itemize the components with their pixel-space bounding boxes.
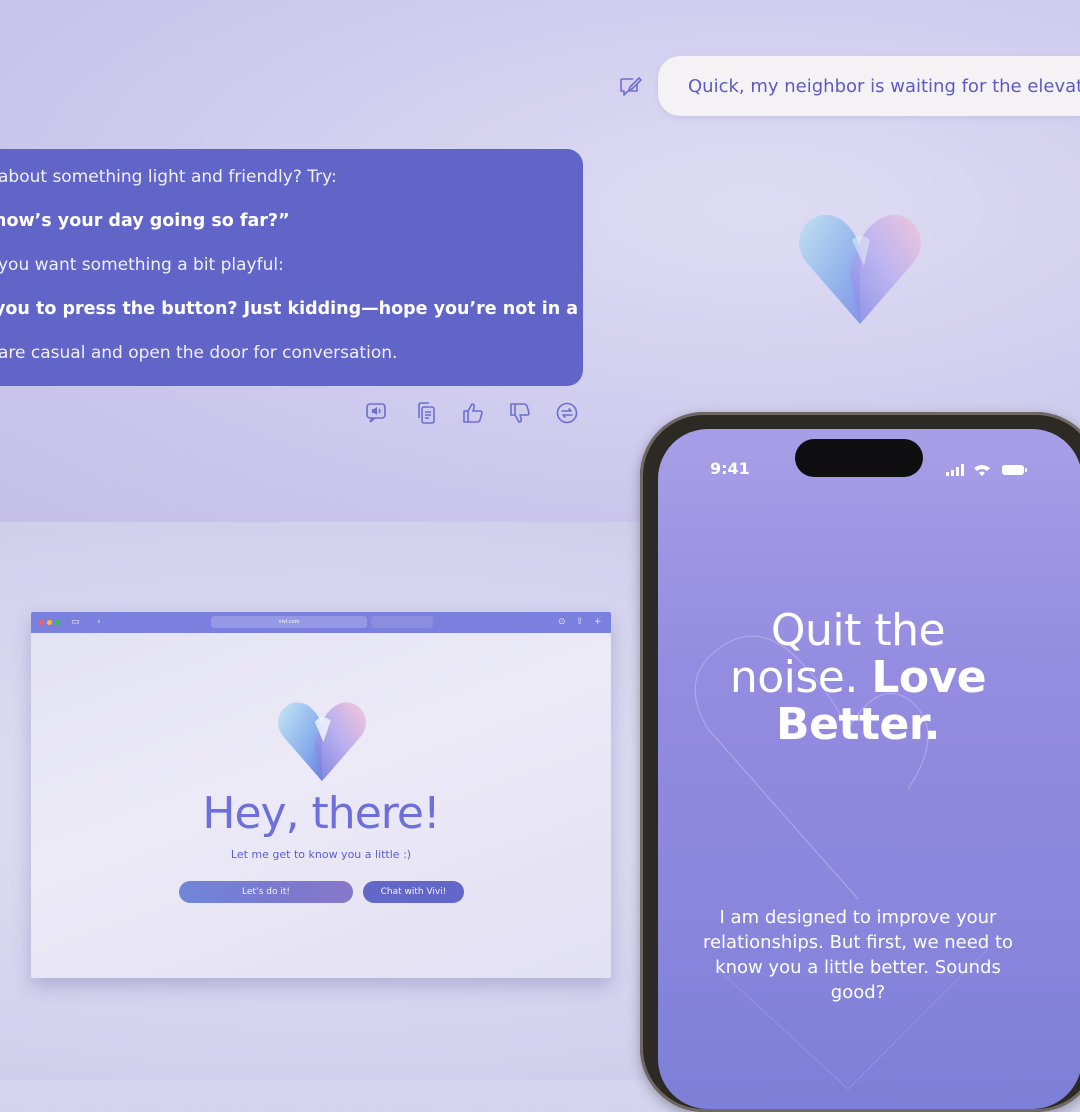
share-icon[interactable]: ⇪ (576, 615, 584, 629)
brand-heart-logo (799, 214, 921, 324)
signal-icon (946, 472, 949, 476)
browser-tab[interactable] (371, 616, 433, 628)
thumbs-up-icon[interactable] (459, 399, 487, 427)
browser-window: ▭ ‹ vivi.com ⊙ ⇪ + Hey, there! Let me ge… (31, 612, 611, 978)
regenerate-icon[interactable] (553, 399, 581, 427)
headline-light-2: noise. (729, 652, 859, 703)
downloads-icon[interactable]: ⊙ (558, 615, 566, 629)
battery-icon (1002, 465, 1024, 475)
sidebar-icon[interactable]: ▭ (71, 615, 80, 629)
assistant-line: you to press the button? Just kidding—ho… (0, 299, 583, 319)
status-time: 9:41 (710, 459, 750, 478)
headline-light-1: Quit the (770, 605, 946, 656)
user-message-bubble: Quick, my neighbor is waiting for the el… (658, 56, 1080, 116)
headline-bold-1: Love (871, 652, 987, 703)
close-window-button[interactable] (39, 620, 44, 625)
edit-icon[interactable] (617, 73, 643, 99)
welcome-title: Hey, there! (202, 788, 440, 839)
minimize-window-button[interactable] (47, 620, 52, 625)
welcome-subtitle: Let me get to know you a little :) (230, 848, 412, 861)
wifi-icon (974, 465, 990, 476)
address-bar[interactable]: vivi.com (211, 616, 367, 628)
phone-screen: 9:41 Quit the noise. Love Better. I am d… (658, 429, 1080, 1109)
assistant-line: are casual and open the door for convers… (0, 343, 398, 363)
status-icons (946, 464, 1027, 476)
chat-with-vivi-button[interactable]: Chat with Vivi! (363, 881, 464, 903)
copy-icon[interactable] (412, 399, 440, 427)
headline-bold-2: Better. (776, 699, 940, 750)
user-message-text: Quick, my neighbor is waiting for the el… (688, 75, 1080, 97)
dynamic-island (795, 439, 923, 477)
assistant-message-bubble: about something light and friendly? Try:… (0, 149, 583, 386)
assistant-line: about something light and friendly? Try: (0, 167, 337, 187)
phone-body-text: I am designed to improve your relationsh… (702, 907, 1014, 1003)
assistant-line: you want something a bit playful: (0, 255, 284, 275)
back-icon[interactable]: ‹ (97, 615, 101, 629)
heart-outline-decoration (694, 635, 989, 1090)
thumbs-down-icon[interactable] (506, 399, 534, 427)
lets-do-it-button[interactable]: Let’s do it! (179, 881, 353, 903)
phone-headline: Quit the noise. Love Better. (688, 607, 1028, 748)
phone-mockup: 9:41 Quit the noise. Love Better. I am d… (640, 412, 1080, 1112)
speaker-icon[interactable] (362, 399, 390, 427)
maximize-window-button[interactable] (55, 620, 60, 625)
address-url: vivi.com (278, 619, 300, 625)
new-tab-icon[interactable]: + (594, 615, 602, 629)
assistant-line: how’s your day going so far?” (0, 211, 290, 231)
browser-toolbar: ▭ ‹ vivi.com ⊙ ⇪ + (31, 612, 611, 633)
brand-heart-logo (278, 702, 366, 782)
